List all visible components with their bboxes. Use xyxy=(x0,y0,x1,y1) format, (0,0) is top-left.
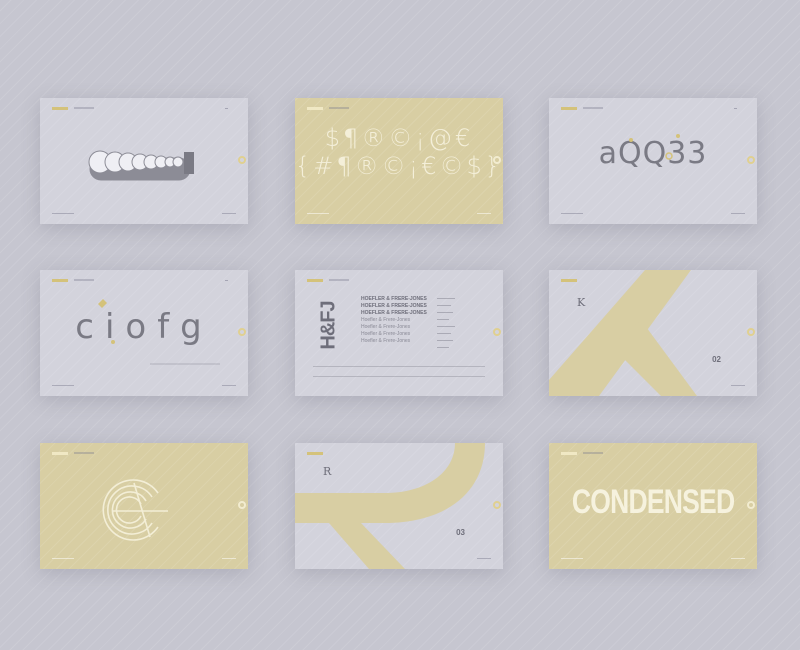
footer-page xyxy=(222,385,236,386)
footer-page xyxy=(731,213,745,214)
footer-page xyxy=(222,558,236,559)
condensed-headline: CONDENSED xyxy=(571,483,735,521)
c-construction-glyph xyxy=(102,479,168,541)
slide-card-symbols[interactable]: $¶®©¡@€ {#¶®©¡€©$} xyxy=(295,98,503,224)
brand-logo xyxy=(561,452,577,455)
small-k-glyph: K xyxy=(577,296,586,309)
footer-note xyxy=(561,213,583,214)
big-r-glyph xyxy=(295,443,485,569)
side-marker-icon xyxy=(493,328,501,336)
symbol-row-2: {#¶®©¡€©$} xyxy=(295,152,503,180)
big-k-glyph xyxy=(549,270,697,396)
construction-marks xyxy=(629,134,680,160)
divider xyxy=(313,366,485,367)
footer-note xyxy=(52,385,74,386)
footer-note xyxy=(52,558,74,559)
slide-card-letter-k[interactable]: K 02 xyxy=(549,270,757,396)
footer-page xyxy=(222,213,236,214)
slide-number: 03 xyxy=(456,528,465,537)
slide-card-hfj[interactable]: H&FJ HOEFLER & FRERE-JONES HOEFLER & FRE… xyxy=(295,270,503,396)
slide-card-letter-r[interactable]: R 03 xyxy=(295,443,503,569)
side-marker-icon xyxy=(238,501,246,509)
side-marker-icon xyxy=(238,328,246,336)
hfj-text-columns xyxy=(437,298,455,354)
side-marker-icon xyxy=(493,156,501,164)
blob-glyph-graphic xyxy=(88,150,194,181)
slide-card-letter-c[interactable] xyxy=(40,443,248,569)
slide-card-glyph-sample[interactable]: aQQ33 xyxy=(549,98,757,224)
symbol-row-1: $¶®©¡@€ xyxy=(324,124,474,152)
header-note xyxy=(583,452,603,454)
slide-card-blob[interactable] xyxy=(40,98,248,224)
footer-note xyxy=(307,213,329,214)
side-marker-icon xyxy=(493,501,501,509)
hfj-vertical-mark: H&FJ xyxy=(317,300,340,350)
side-marker-icon xyxy=(747,156,755,164)
header-note xyxy=(329,279,349,281)
brand-logo xyxy=(307,107,323,110)
footer-page xyxy=(731,385,745,386)
side-marker-icon xyxy=(747,328,755,336)
construction-marks xyxy=(98,299,220,365)
footer-page xyxy=(731,558,745,559)
slide-card-condensed[interactable]: CONDENSED xyxy=(549,443,757,569)
header-note xyxy=(329,107,349,109)
divider xyxy=(313,376,485,377)
side-marker-icon xyxy=(238,156,246,164)
footer-page xyxy=(477,558,491,559)
small-r-glyph: R xyxy=(323,465,332,478)
side-marker-icon xyxy=(747,501,755,509)
slide-number: 02 xyxy=(712,355,721,364)
slide-card-lowercase[interactable]: ciofg xyxy=(40,270,248,396)
brand-logo xyxy=(307,279,323,282)
footer-page xyxy=(477,213,491,214)
footer-note xyxy=(561,558,583,559)
hfj-specimen-lines: HOEFLER & FRERE-JONES HOEFLER & FRERE-JO… xyxy=(361,296,427,344)
footer-note xyxy=(52,213,74,214)
